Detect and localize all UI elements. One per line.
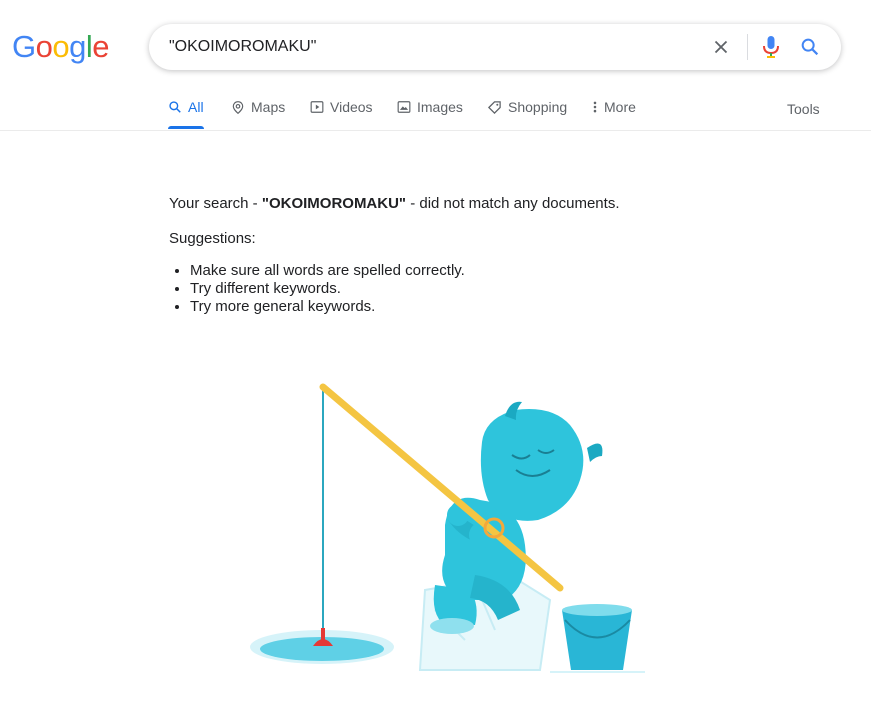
microphone-icon[interactable] (761, 35, 781, 59)
logo-letter: o (35, 29, 53, 64)
search-icon (169, 101, 181, 113)
list-item: Try more general keywords. (190, 298, 465, 316)
tag-icon (487, 101, 501, 115)
search-box[interactable]: "OKOIMOROMAKU" (149, 24, 841, 70)
tab-videos[interactable]: Videos (310, 99, 373, 129)
logo-letter: g (69, 29, 86, 64)
message-suffix: - did not match any documents. (406, 195, 620, 212)
tab-images[interactable]: Images (397, 99, 463, 129)
tab-label: Videos (330, 99, 373, 115)
suggestions-title: Suggestions: (169, 230, 256, 247)
suggestions-list: Make sure all words are spelled correctl… (169, 262, 465, 316)
tab-label: All (188, 99, 204, 115)
tab-maps[interactable]: Maps (231, 99, 285, 129)
logo-letter: e (92, 29, 110, 64)
active-tab-indicator (168, 126, 204, 129)
fishing-yeti-illustration (250, 383, 645, 673)
search-input[interactable]: "OKOIMOROMAKU" (169, 38, 316, 56)
video-icon (310, 101, 324, 113)
search-icon[interactable] (799, 36, 821, 58)
tab-label: Images (417, 99, 463, 115)
more-vertical-icon (593, 101, 597, 113)
search-divider (747, 34, 748, 60)
google-logo[interactable]: Google (12, 29, 110, 65)
tab-label: More (604, 99, 636, 115)
message-query: "OKOIMOROMAKU" (261, 195, 407, 212)
map-pin-icon (232, 101, 244, 115)
no-results-message: Your search - "OKOIMOROMAKU" - did not m… (169, 195, 620, 212)
tab-label: Shopping (508, 99, 568, 115)
logo-letter: G (12, 29, 36, 64)
list-item: Make sure all words are spelled correctl… (190, 262, 465, 280)
tab-more[interactable]: More (592, 99, 636, 129)
message-prefix: Your search - (169, 195, 262, 212)
clear-icon[interactable] (710, 36, 732, 58)
tools-button[interactable]: Tools (787, 101, 820, 117)
list-item: Try different keywords. (190, 280, 465, 298)
image-icon (397, 101, 411, 113)
header-divider (0, 130, 871, 131)
tab-all[interactable]: All (168, 99, 204, 129)
tab-label: Maps (251, 99, 286, 115)
tab-shopping[interactable]: Shopping (487, 99, 567, 129)
logo-letter: o (52, 29, 70, 64)
